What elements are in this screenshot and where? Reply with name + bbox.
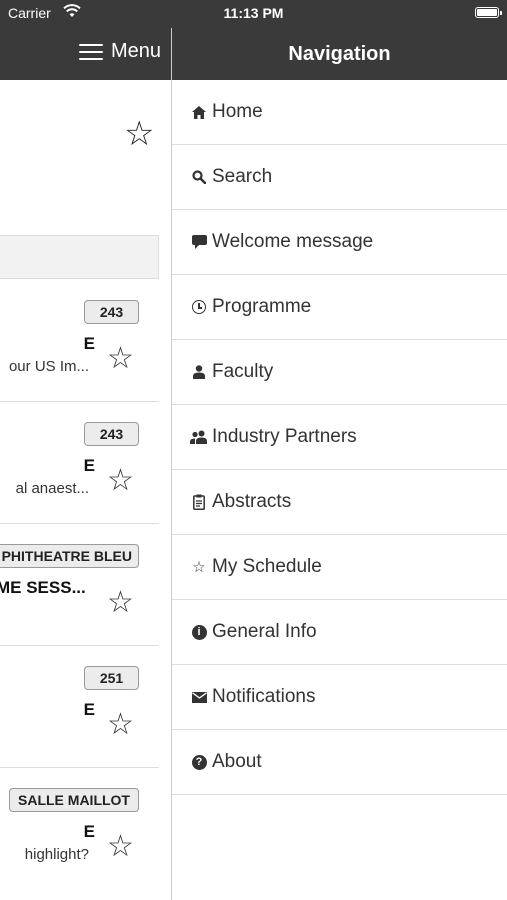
star-icon[interactable]: ☆ [107, 588, 134, 618]
left-header: Menu [0, 28, 172, 80]
nav-item-label: General Info [212, 621, 317, 642]
speech-bubble-icon [190, 235, 208, 249]
nav-item-home[interactable]: Home [172, 80, 507, 145]
clock-icon [190, 300, 208, 314]
favorite-star-icon[interactable]: ☆ [124, 117, 154, 151]
nav-item-label: Abstracts [212, 491, 292, 512]
nav-item-label: Notifications [212, 686, 316, 707]
home-icon [190, 105, 208, 119]
person-icon [190, 365, 208, 379]
nav-item-label: Faculty [212, 361, 274, 382]
nav-item-label: Search [212, 166, 273, 187]
menu-button[interactable]: Menu [78, 40, 161, 63]
nav-item-abstracts[interactable]: Abstracts [172, 470, 507, 535]
session-row[interactable]: 243 E our US Im... ☆ [0, 280, 159, 402]
star-icon[interactable]: ☆ [107, 710, 134, 740]
session-title: E [83, 822, 95, 841]
hamburger-icon [78, 43, 103, 61]
room-badge: SALLE MAILLOT [9, 788, 139, 812]
nav-item-label: Home [212, 101, 263, 122]
session-title: E [83, 456, 95, 475]
question-icon: ? [190, 754, 208, 770]
clipboard-icon [190, 494, 208, 510]
menu-label: Menu [110, 40, 161, 62]
session-title: ME SESS... [0, 578, 86, 597]
room-badge: PHITHEATRE BLEU [0, 544, 139, 568]
session-row[interactable]: SALLE MAILLOT E highlight? ☆ [0, 768, 159, 890]
status-bar: Carrier 11:13 PM [0, 0, 507, 28]
left-page: Menu ☆ 243 E our US Im... ☆ 243 E al ana… [0, 0, 172, 900]
info-icon: i [190, 624, 208, 640]
session-row[interactable]: PHITHEATRE BLEU ME SESS... ☆ [0, 524, 159, 646]
session-row[interactable]: 243 E al anaest... ☆ [0, 402, 159, 524]
session-row[interactable]: 251 E ☆ [0, 646, 159, 768]
session-subtitle: al anaest... [15, 480, 89, 497]
star-icon[interactable]: ☆ [107, 832, 134, 862]
session-subtitle: highlight? [24, 846, 89, 863]
nav-item-label: About [212, 751, 262, 772]
session-title: E [83, 700, 95, 719]
nav-item-about[interactable]: ? About [172, 730, 507, 795]
star-icon[interactable]: ☆ [107, 344, 134, 374]
nav-item-search[interactable]: Search [172, 145, 507, 210]
nav-item-programme[interactable]: Programme [172, 275, 507, 340]
nav-item-industry-partners[interactable]: Industry Partners [172, 405, 507, 470]
star-icon[interactable]: ☆ [107, 466, 134, 496]
nav-item-label: My Schedule [212, 556, 322, 577]
nav-item-label: Programme [212, 296, 312, 317]
session-title: E [83, 334, 95, 353]
room-badge: 251 [84, 666, 139, 690]
battery-icon [475, 7, 502, 18]
group-icon [190, 430, 208, 444]
nav-item-label: Industry Partners [212, 426, 357, 447]
section-header [0, 235, 159, 279]
nav-list: Home Search Welcome message Programme Fa… [172, 80, 507, 795]
clock: 11:13 PM [223, 5, 284, 21]
nav-title: Navigation [172, 28, 507, 80]
room-badge: 243 [84, 300, 139, 324]
star-icon: ☆ [192, 559, 206, 576]
nav-item-label: Welcome message [212, 231, 374, 252]
nav-item-welcome[interactable]: Welcome message [172, 210, 507, 275]
nav-item-notifications[interactable]: Notifications [172, 665, 507, 730]
session-subtitle: our US Im... [8, 358, 89, 375]
envelope-icon [190, 691, 208, 703]
navigation-drawer: Navigation Home Search Welcome message P… [171, 0, 507, 900]
nav-item-general-info[interactable]: i General Info [172, 600, 507, 665]
room-badge: 243 [84, 422, 139, 446]
nav-item-my-schedule[interactable]: ☆ My Schedule [172, 535, 507, 600]
search-icon [190, 170, 208, 184]
nav-item-faculty[interactable]: Faculty [172, 340, 507, 405]
